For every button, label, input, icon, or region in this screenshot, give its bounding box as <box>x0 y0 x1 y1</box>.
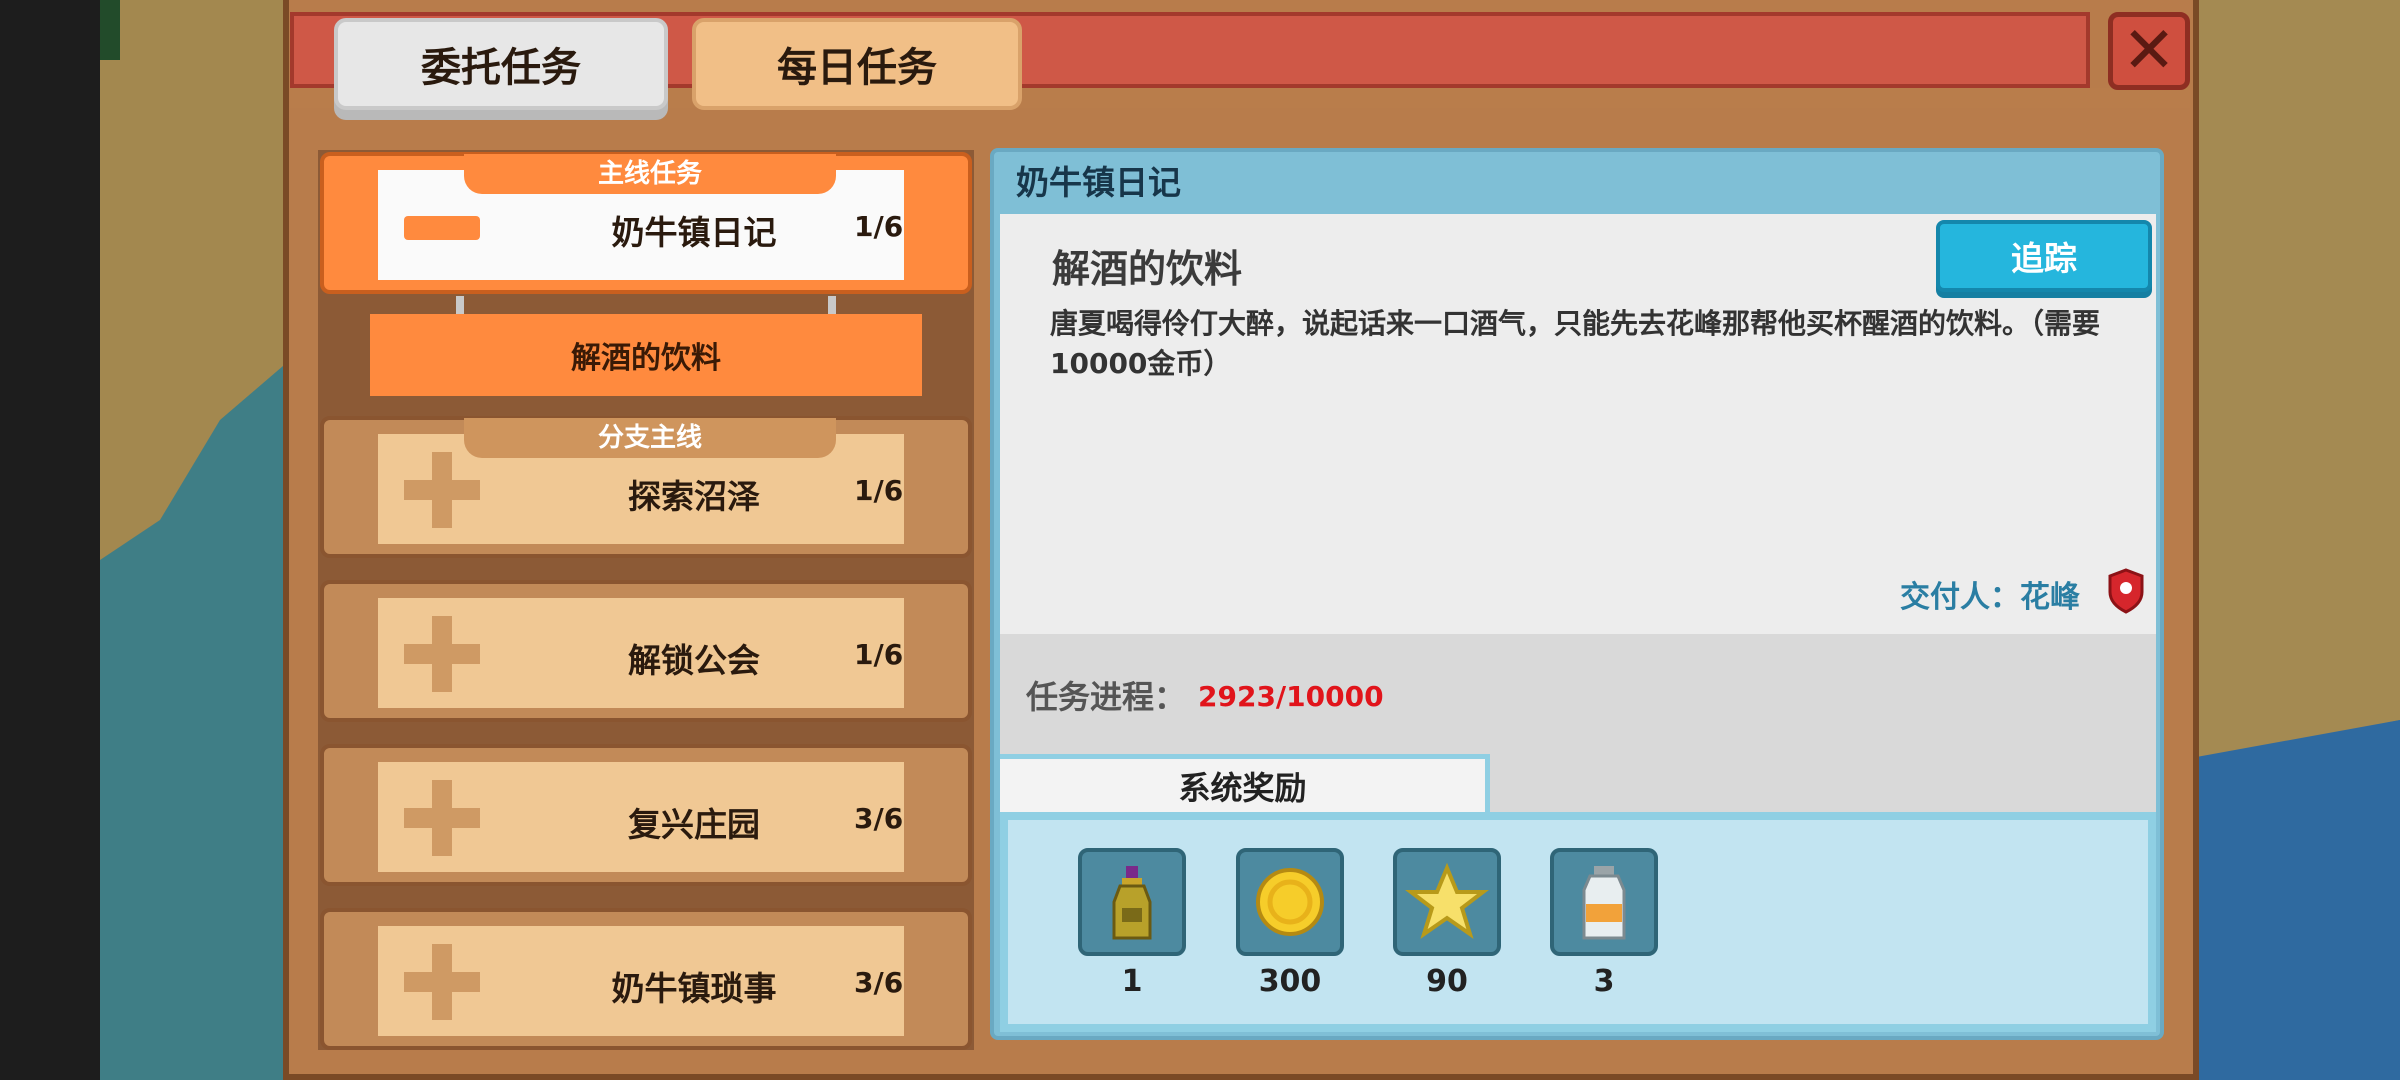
connector-line <box>828 296 836 316</box>
expand-plus-icon[interactable] <box>432 616 452 692</box>
quest-description: 唐夏喝得伶仃大醉，说起话来一口酒气，只能先去花峰那帮他买杯醒酒的饮料。（需要10… <box>1050 307 2101 380</box>
progress-label: 任务进程： <box>1026 678 1187 716</box>
quest-group-name: 探索沼泽 <box>628 477 760 516</box>
quest-group-name: 复兴庄园 <box>628 805 760 844</box>
quest-detail-header: 奶牛镇日记 <box>1016 163 1181 202</box>
reward-amount: 1 <box>1121 964 1143 999</box>
quest-group-count: 3/6 <box>854 802 904 835</box>
quest-group-name: 奶牛镇日记 <box>611 213 777 252</box>
coin-icon <box>1256 868 1324 936</box>
quest-title: 解酒的饮料 <box>1052 247 1243 291</box>
quest-group-guild[interactable]: 解锁公会 1/6 <box>320 580 972 722</box>
quest-group-count: 1/6 <box>854 474 904 507</box>
expand-plus-icon[interactable] <box>432 780 452 856</box>
sub-quest-item-selected[interactable]: 解酒的饮料 <box>370 314 922 396</box>
star-icon <box>1405 862 1489 939</box>
quest-group-name: 解锁公会 <box>628 641 760 680</box>
location-marker-icon[interactable] <box>2106 568 2146 614</box>
milk-jar-icon <box>1582 866 1626 940</box>
quest-group-branch[interactable]: 分支主线 探索沼泽 1/6 <box>320 416 972 558</box>
tab-daily-quests[interactable]: 每日任务 <box>692 18 1022 110</box>
track-button[interactable]: 追踪 <box>1936 220 2152 292</box>
expand-plus-icon[interactable] <box>432 944 452 1020</box>
bottle-icon <box>1112 866 1152 940</box>
progress-value: 2923/10000 <box>1198 680 1384 713</box>
quest-group-count: 1/6 <box>854 210 904 243</box>
quest-group-count: 1/6 <box>854 638 904 671</box>
quest-group-count: 3/6 <box>854 966 904 999</box>
close-icon: ✕ <box>2122 14 2176 88</box>
connector-line <box>456 296 464 316</box>
reward-amount: 300 <box>1258 964 1322 999</box>
reward-slot[interactable] <box>1550 848 1658 956</box>
collapse-minus-icon[interactable] <box>404 216 480 240</box>
quest-giver: 交付人：花峰 <box>1900 580 2080 615</box>
quest-group-main[interactable]: 主线任务 奶牛镇日记 1/6 <box>320 152 972 294</box>
quest-group-manor[interactable]: 复兴庄园 3/6 <box>320 744 972 886</box>
quest-category-label: 分支主线 <box>464 418 836 458</box>
tab-commission-quests[interactable]: 委托任务 <box>334 18 668 110</box>
close-button[interactable]: ✕ <box>2108 12 2190 90</box>
reward-amount: 3 <box>1593 964 1615 999</box>
quest-group-town-chores[interactable]: 奶牛镇琐事 3/6 <box>320 908 972 1050</box>
reward-amount: 90 <box>1426 964 1468 999</box>
quest-group-name: 奶牛镇琐事 <box>611 969 777 1008</box>
tab-system-rewards[interactable]: 系统奖励 <box>1000 754 1490 812</box>
expand-plus-icon[interactable] <box>432 452 452 528</box>
reward-slot[interactable] <box>1236 848 1344 956</box>
quest-category-label: 主线任务 <box>464 154 836 194</box>
reward-slot[interactable] <box>1393 848 1501 956</box>
reward-slot[interactable] <box>1078 848 1186 956</box>
